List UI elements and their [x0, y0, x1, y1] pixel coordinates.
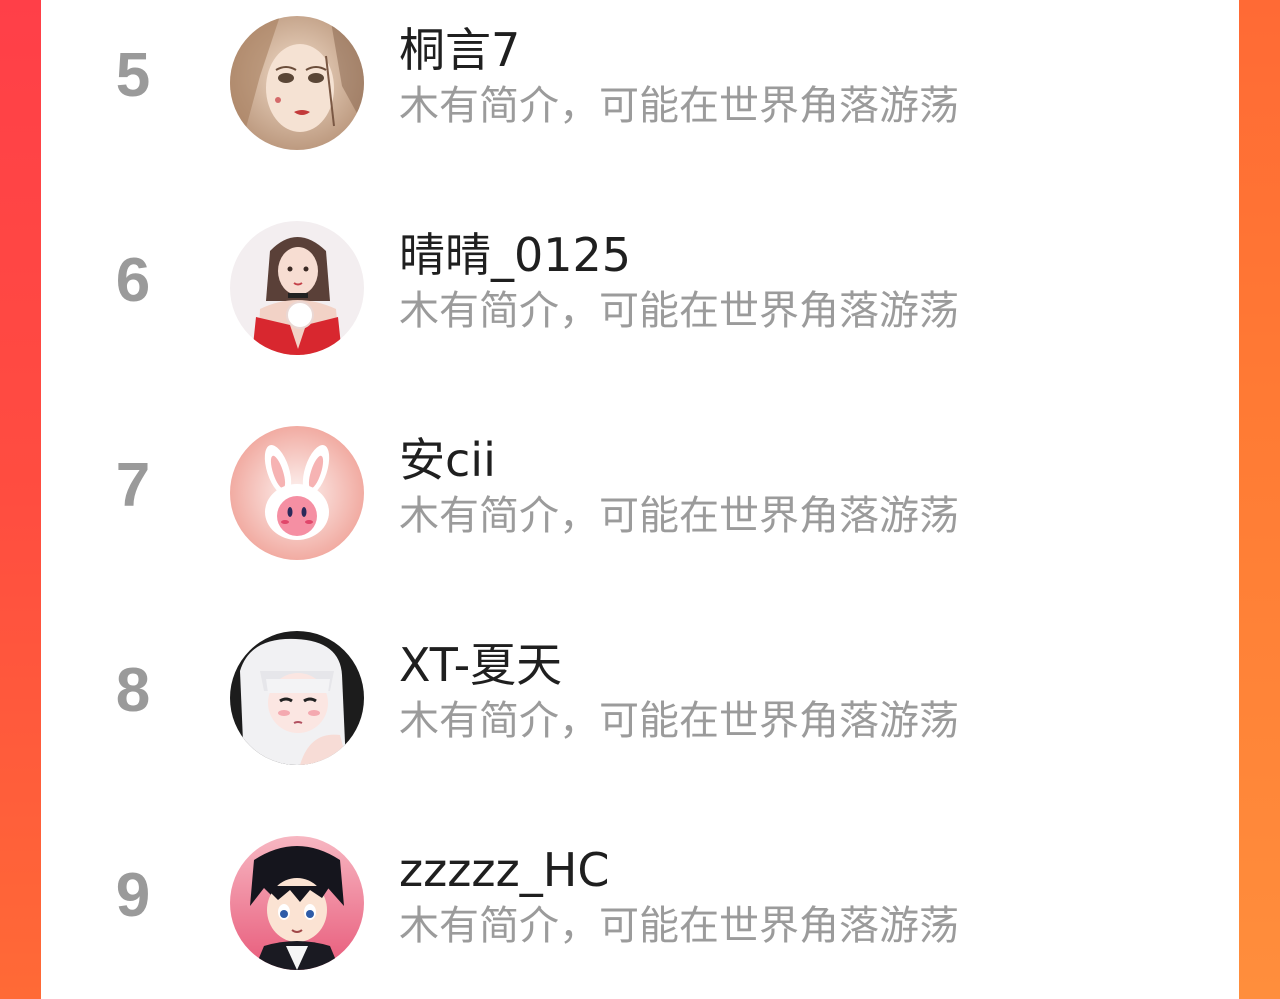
user-bio: 木有简介，可能在世界角落游荡 [399, 903, 959, 949]
user-name[interactable]: 晴晴_0125 [399, 225, 631, 285]
ranking-list-item[interactable]: 8 XT-夏天 木有简介，可能在世界角落游荡 [41, 615, 1239, 775]
rank-number: 9 [115, 861, 151, 930]
girl-portrait-avatar-icon[interactable] [230, 16, 364, 150]
ranking-list-item[interactable]: 6 晴晴_0125 木有简介，可能在世界角落游荡 [41, 205, 1239, 365]
user-name[interactable]: 桐言7 [399, 20, 520, 80]
rank-number: 6 [115, 246, 151, 315]
user-bio: 木有简介，可能在世界角落游荡 [399, 83, 959, 129]
anime-boy-avatar-icon[interactable] [230, 836, 364, 970]
frame-left-edge [0, 0, 41, 999]
ranking-list-item[interactable]: 9 zzzzz_HC 木有简介，可能在世界角落游荡 [41, 820, 1239, 980]
user-bio: 木有简介，可能在世界角落游荡 [399, 288, 959, 334]
ranking-list-item[interactable]: 7 安cii 木有简介，可能在世界角落游荡 [41, 410, 1239, 570]
anime-white-hair-avatar-icon[interactable] [230, 631, 364, 765]
bunny-kirby-avatar-icon[interactable] [230, 426, 364, 560]
ranking-list: 5 桐言7 木有简介，可能在世界角落游荡 6 晴晴_0125 木有简介，可能在世… [41, 0, 1239, 999]
user-name[interactable]: 安cii [399, 430, 496, 490]
illustrated-girl-avatar-icon[interactable] [230, 221, 364, 355]
rank-number: 7 [115, 451, 151, 520]
ranking-list-item[interactable]: 5 桐言7 木有简介，可能在世界角落游荡 [41, 0, 1239, 160]
frame-right-edge [1239, 0, 1280, 999]
rank-number: 5 [115, 41, 151, 110]
user-bio: 木有简介，可能在世界角落游荡 [399, 698, 959, 744]
rank-number: 8 [115, 656, 151, 725]
user-name[interactable]: zzzzz_HC [399, 840, 609, 900]
user-name[interactable]: XT-夏天 [399, 635, 562, 695]
user-bio: 木有简介，可能在世界角落游荡 [399, 493, 959, 539]
